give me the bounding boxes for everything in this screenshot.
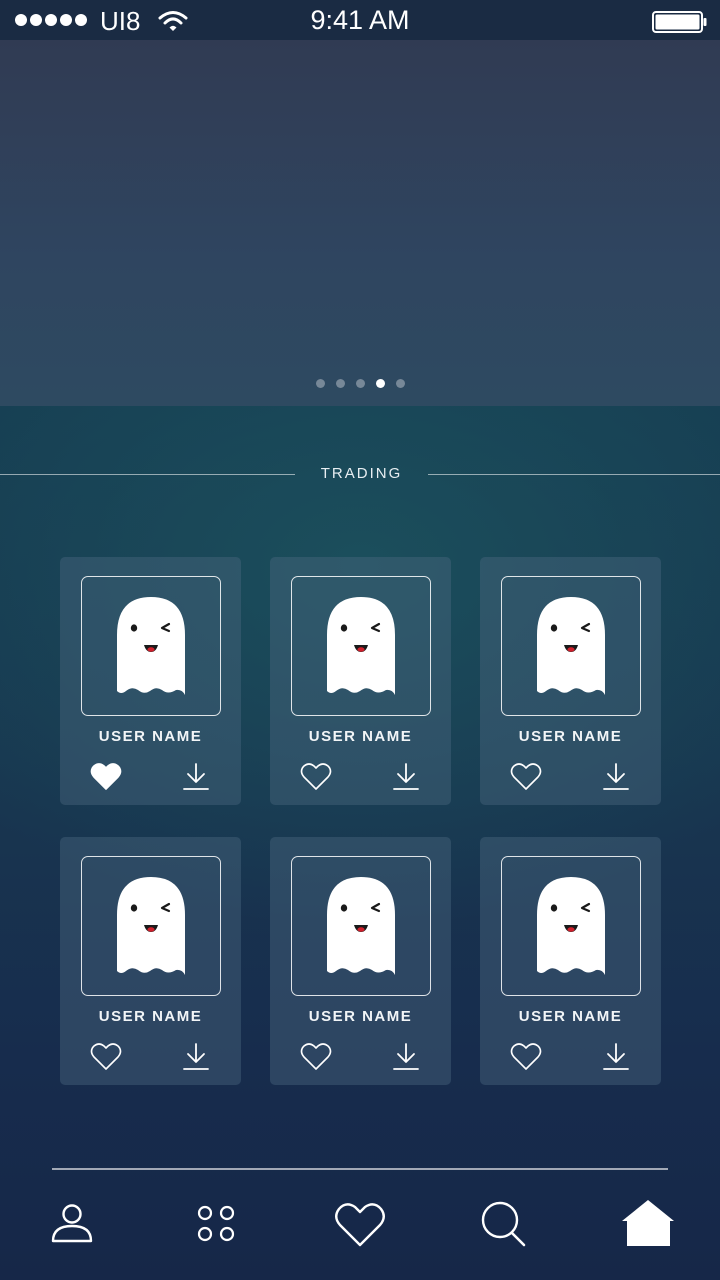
download-icon[interactable] bbox=[180, 1041, 212, 1073]
avatar-frame bbox=[501, 856, 641, 996]
user-name: USER NAME bbox=[308, 728, 413, 745]
ghost-icon bbox=[327, 597, 395, 695]
user-card[interactable]: USER NAME bbox=[60, 837, 241, 1085]
avatar-frame bbox=[291, 576, 431, 716]
heart-icon[interactable] bbox=[510, 1041, 542, 1073]
tab-bar-divider bbox=[52, 1168, 668, 1170]
profile-icon[interactable] bbox=[44, 1196, 100, 1252]
carousel-pager[interactable] bbox=[0, 379, 720, 388]
pager-dot[interactable] bbox=[335, 379, 345, 388]
pager-dot-active[interactable] bbox=[375, 379, 385, 388]
user-name: USER NAME bbox=[518, 728, 623, 745]
ghost-icon bbox=[117, 877, 185, 975]
section-divider-right bbox=[428, 474, 720, 475]
clock: 9:41 AM bbox=[310, 5, 410, 35]
avatar-frame bbox=[81, 576, 221, 716]
user-name: USER NAME bbox=[98, 728, 203, 745]
grid-icon[interactable] bbox=[188, 1196, 244, 1252]
user-card[interactable]: USER NAME bbox=[60, 557, 241, 805]
download-icon[interactable] bbox=[180, 761, 212, 793]
battery-icon bbox=[652, 11, 707, 33]
user-card[interactable]: USER NAME bbox=[480, 557, 661, 805]
ghost-icon bbox=[537, 877, 605, 975]
pager-dot[interactable] bbox=[355, 379, 365, 388]
pager-dot[interactable] bbox=[315, 379, 325, 388]
ghost-icon bbox=[537, 597, 605, 695]
heart-icon[interactable] bbox=[332, 1196, 388, 1252]
user-name: USER NAME bbox=[308, 1008, 413, 1025]
heart-icon[interactable] bbox=[300, 761, 332, 793]
ghost-icon bbox=[117, 597, 185, 695]
user-card[interactable]: USER NAME bbox=[270, 837, 451, 1085]
home-icon[interactable] bbox=[620, 1196, 676, 1252]
section-title: TRADING bbox=[320, 465, 403, 482]
heart-icon[interactable] bbox=[300, 1041, 332, 1073]
user-card[interactable]: USER NAME bbox=[480, 837, 661, 1085]
download-icon[interactable] bbox=[390, 1041, 422, 1073]
hero-banner[interactable] bbox=[0, 40, 720, 406]
avatar-frame bbox=[501, 576, 641, 716]
heart-icon[interactable] bbox=[90, 1041, 122, 1073]
user-card[interactable]: USER NAME bbox=[270, 557, 451, 805]
download-icon[interactable] bbox=[600, 1041, 632, 1073]
avatar-frame bbox=[81, 856, 221, 996]
user-name: USER NAME bbox=[98, 1008, 203, 1025]
heart-icon[interactable] bbox=[90, 761, 122, 793]
ghost-icon bbox=[327, 877, 395, 975]
download-icon[interactable] bbox=[390, 761, 422, 793]
avatar-frame bbox=[291, 856, 431, 996]
search-icon[interactable] bbox=[474, 1196, 530, 1252]
pager-dot[interactable] bbox=[395, 379, 405, 388]
download-icon[interactable] bbox=[600, 761, 632, 793]
user-name: USER NAME bbox=[518, 1008, 623, 1025]
section-divider-left bbox=[0, 474, 295, 475]
heart-icon[interactable] bbox=[510, 761, 542, 793]
status-bar: UI8 9:41 AM bbox=[0, 0, 720, 40]
